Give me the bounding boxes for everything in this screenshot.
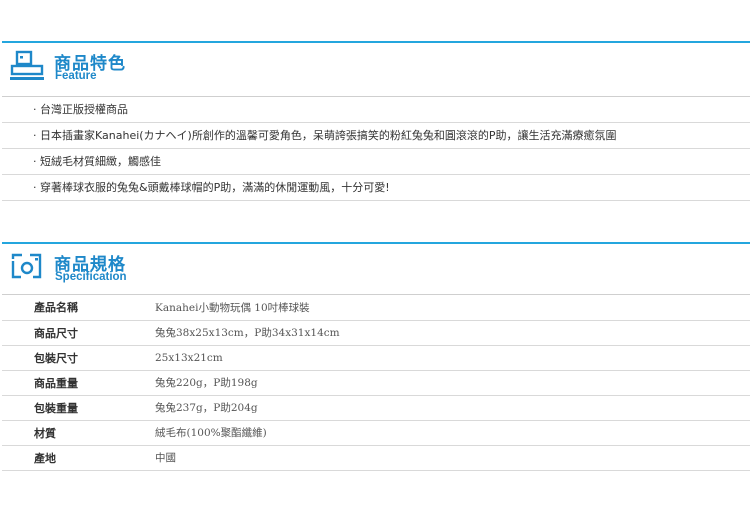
spec-key: 產地	[34, 451, 56, 465]
bullet-icon: ‧	[33, 103, 37, 116]
spec-key: 材質	[34, 426, 56, 440]
spec-value: 兔兔237g，P助204g	[155, 402, 258, 414]
bullet-icon: ‧	[33, 129, 37, 142]
spec-key: 產品名稱	[34, 301, 78, 315]
feature-subtitle: Feature	[55, 70, 97, 82]
spec-key: 包裝重量	[34, 401, 78, 415]
spec-value: 兔兔38x25x13cm，P助34x31x14cm	[155, 327, 340, 339]
bullet-icon: ‧	[33, 155, 37, 168]
spec-subtitle: Specification	[55, 271, 127, 283]
table-row: 商品尺寸 兔兔38x25x13cm，P助34x31x14cm	[2, 320, 750, 345]
spec-section: 商品規格 Specification 產品名稱 Kanahei小動物玩偶 10吋棒…	[0, 242, 750, 471]
feature-header: 商品特色 Feature	[2, 43, 750, 97]
list-item: ‧ 台灣正版授權商品	[2, 97, 750, 123]
camera-icon	[11, 253, 42, 279]
spec-header: 商品規格 Specification	[2, 244, 750, 295]
spec-key: 商品重量	[34, 376, 78, 390]
spec-table: 產品名稱 Kanahei小動物玩偶 10吋棒球裝 商品尺寸 兔兔38x25x13cm…	[2, 295, 750, 471]
feature-list: ‧ 台灣正版授權商品 ‧ 日本插畫家Kanahei(カナヘイ)所創作的溫馨可愛角色，…	[0, 97, 750, 201]
spec-key: 包裝尺寸	[34, 351, 78, 365]
table-row: 包裝重量 兔兔237g，P助204g	[2, 395, 750, 420]
list-item: ‧ 短絨毛材質細緻，觸感佳	[2, 149, 750, 175]
printer-icon	[10, 50, 44, 80]
list-item: ‧ 日本插畫家Kanahei(カナヘイ)所創作的溫馨可愛角色，呆萌誇張搞笑的粉紅兔…	[2, 123, 750, 149]
list-item: ‧ 穿著棒球衣服的兔兔&頭戴棒球帽的P助，滿滿的休閒運動風，十分可愛!	[2, 175, 750, 201]
spec-value: Kanahei小動物玩偶 10吋棒球裝	[155, 301, 310, 314]
table-row: 材質 絨毛布(100%聚酯纖維)	[2, 420, 750, 445]
spec-value: 絨毛布(100%聚酯纖維)	[155, 427, 267, 439]
table-row: 包裝尺寸 25x13x21cm	[2, 345, 750, 370]
table-row: 產品名稱 Kanahei小動物玩偶 10吋棒球裝	[2, 295, 750, 320]
feature-section: 商品特色 Feature ‧ 台灣正版授權商品 ‧ 日本插畫家Kanahei(カナヘ…	[0, 0, 750, 201]
table-row: 產地 中國	[2, 445, 750, 470]
spec-value: 兔兔220g，P助198g	[155, 377, 258, 389]
spec-value: 25x13x21cm	[155, 351, 223, 364]
table-row: 商品重量 兔兔220g，P助198g	[2, 370, 750, 395]
spec-key: 商品尺寸	[34, 326, 78, 340]
bullet-icon: ‧	[33, 181, 37, 194]
spec-value: 中國	[155, 452, 176, 464]
